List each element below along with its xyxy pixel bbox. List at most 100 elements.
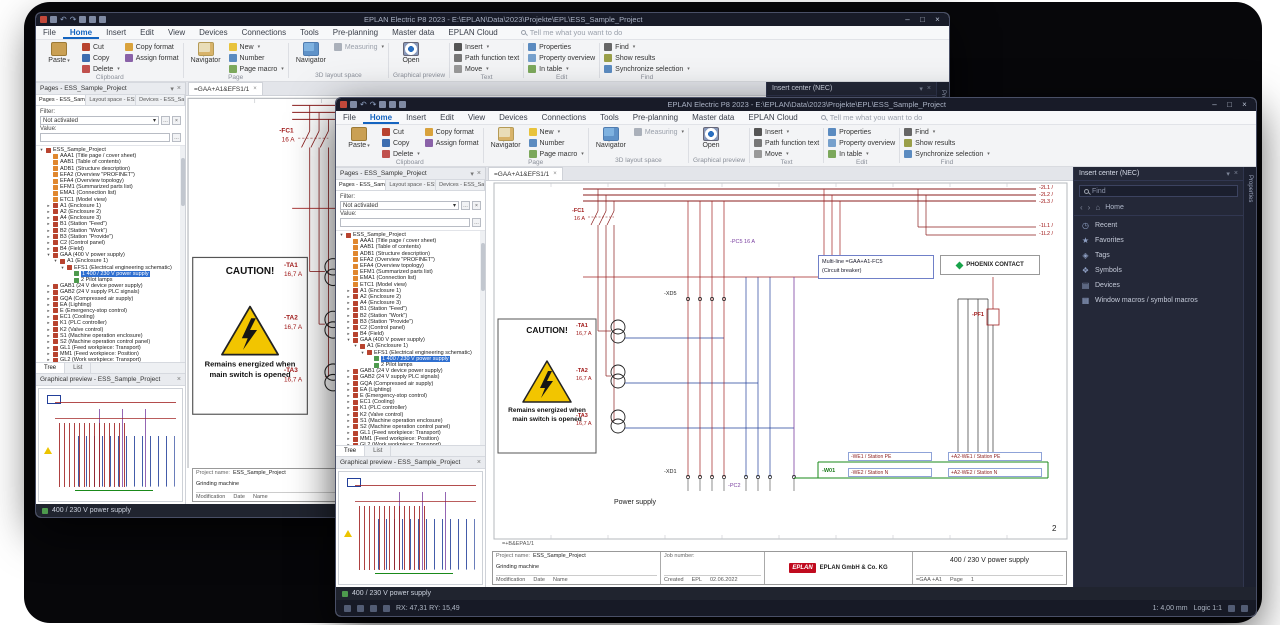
expand-arrow-icon[interactable]: ▸ [46,203,51,209]
close-icon[interactable]: × [177,85,181,92]
expand-arrow-icon[interactable]: ▸ [46,302,51,308]
copy-format-button[interactable]: Copy format [425,127,479,137]
pin-icon[interactable]: ▾ [919,85,923,93]
expand-arrow-icon[interactable]: ▸ [346,331,351,337]
zoom-icon[interactable] [1228,605,1235,612]
expand-arrow-icon[interactable]: ▸ [46,333,51,339]
expand-arrow-icon[interactable]: ▸ [346,405,351,411]
page-navigator-button[interactable]: Navigator [488,127,524,149]
ribbon-tab[interactable]: File [336,111,363,124]
move-button[interactable]: Move▾ [754,149,819,159]
grid-toggle-icon[interactable] [344,605,351,612]
filter-clear-button[interactable]: × [172,116,181,125]
pin-icon[interactable]: ▾ [1226,170,1230,178]
expand-arrow-icon[interactable]: ▸ [346,418,351,424]
open-preview-button[interactable]: Open [393,42,429,64]
insert-text-button[interactable]: Insert▾ [454,42,519,52]
back-arrow-icon[interactable]: ‹ [1080,203,1083,212]
expand-arrow-icon[interactable]: ▸ [46,234,51,240]
expand-arrow-icon[interactable]: ▾ [346,337,351,343]
property-overview-button[interactable]: Property overview [828,138,895,148]
filter-dropdown[interactable]: Not activated ▾ [340,201,459,210]
show-results-button[interactable]: Show results [604,53,690,63]
expand-arrow-icon[interactable]: ▸ [46,221,51,227]
window-titlebar[interactable]: ↶ ↷ EPLAN Electric P8 2023 - E:\EPLAN\Da… [36,13,949,26]
expand-arrow-icon[interactable]: ▸ [46,209,51,215]
cut-button[interactable]: Cut [82,42,120,52]
redo-icon[interactable]: ↷ [370,101,377,108]
print-icon[interactable] [79,16,86,23]
new-page-button[interactable]: New▾ [229,42,284,52]
expand-arrow-icon[interactable]: ▸ [346,424,351,430]
ortho-toggle-icon[interactable] [370,605,377,612]
properties-button[interactable]: Properties [528,42,595,52]
expand-arrow-icon[interactable]: ▾ [46,252,51,258]
close-button[interactable]: × [930,14,945,26]
ribbon-search[interactable]: Tell me what you want to do [521,28,623,37]
ribbon-tab[interactable]: Pre-planning [626,111,685,124]
synchronize-selection-button[interactable]: Synchronize selection▾ [904,149,990,159]
find-button[interactable]: Find▾ [904,127,990,137]
minimize-button[interactable]: – [900,14,915,26]
expand-arrow-icon[interactable]: ▸ [346,399,351,405]
ribbon-tab[interactable]: Connections [535,111,593,124]
expand-arrow-icon[interactable]: ▸ [346,387,351,393]
paste-button[interactable]: Paste▾ [41,42,77,65]
maximize-button[interactable]: □ [1222,99,1237,111]
ribbon-tab[interactable]: Pre-planning [326,26,385,39]
settings-icon[interactable] [99,16,106,23]
ribbon-tab[interactable]: Tools [593,111,626,124]
insert-center-item[interactable]: ★ Favorites [1074,233,1243,248]
schematic-editor[interactable]: CAUTION! Remains energized when main swi… [486,181,1073,587]
coordinates-toggle-icon[interactable] [383,605,390,612]
copy-button[interactable]: Copy [382,138,420,148]
ribbon-tab[interactable]: Edit [433,111,461,124]
tree-list-tab[interactable]: Tree [36,363,65,373]
path-function-text-button[interactable]: Path function text [454,53,519,63]
filter-edit-button[interactable]: … [461,201,470,210]
undo-icon[interactable]: ↶ [60,16,67,23]
expand-arrow-icon[interactable]: ▸ [346,412,351,418]
home-breadcrumb[interactable]: Home [1105,204,1124,211]
measuring-button[interactable]: Measuring▾ [634,127,684,137]
insert-text-button[interactable]: Insert▾ [754,127,819,137]
measuring-button[interactable]: Measuring▾ [334,42,384,52]
copy-button[interactable]: Copy [82,53,120,63]
forward-arrow-icon[interactable]: › [1088,203,1091,212]
insert-center-item[interactable]: ▦ Window macros / symbol macros [1074,293,1243,308]
page-macro-button[interactable]: Page macro▾ [229,64,284,74]
close-icon[interactable]: × [477,170,481,177]
ribbon-tab[interactable]: Master data [385,26,441,39]
expand-arrow-icon[interactable]: ▾ [39,147,44,153]
close-icon[interactable]: × [1234,170,1238,177]
paste-button[interactable]: Paste▾ [341,127,377,150]
snap-toggle-icon[interactable] [357,605,364,612]
pin-icon[interactable]: ▾ [170,85,174,93]
save-icon[interactable] [50,16,57,23]
show-results-button[interactable]: Show results [904,138,990,148]
panel-tab[interactable]: Layout space - ESS_Sa... [86,95,136,105]
insert-center-item[interactable]: ◈ Tags [1074,248,1243,263]
close-icon[interactable]: × [253,86,257,92]
undo-icon[interactable]: ↶ [360,101,367,108]
properties-button[interactable]: Properties [828,127,895,137]
ribbon-tab[interactable]: Connections [235,26,293,39]
in-table-button[interactable]: In table▾ [528,64,595,74]
pin-icon[interactable]: ▾ [470,170,474,178]
ribbon-tab[interactable]: Home [63,26,99,39]
insert-center-item[interactable]: ◷ Recent [1074,218,1243,233]
close-icon[interactable]: × [927,85,931,92]
open-preview-button[interactable]: Open [693,127,729,149]
expand-arrow-icon[interactable]: ▸ [346,288,351,294]
expand-arrow-icon[interactable]: ▸ [346,319,351,325]
scrollbar-thumb[interactable] [181,158,185,206]
value-browse-button[interactable]: … [472,218,481,227]
expand-arrow-icon[interactable]: ▸ [346,294,351,300]
minimize-button[interactable]: – [1207,99,1222,111]
eplan-window-foreground[interactable]: ↶ ↷ EPLAN Electric P8 2023 - E:\EPLAN\Da… [335,97,1257,617]
move-button[interactable]: Move▾ [454,64,519,74]
page-macro-button[interactable]: Page macro▾ [529,149,584,159]
expand-arrow-icon[interactable]: ▸ [346,325,351,331]
ribbon-tab[interactable]: Home [363,111,399,124]
expand-arrow-icon[interactable]: ▸ [346,430,351,436]
